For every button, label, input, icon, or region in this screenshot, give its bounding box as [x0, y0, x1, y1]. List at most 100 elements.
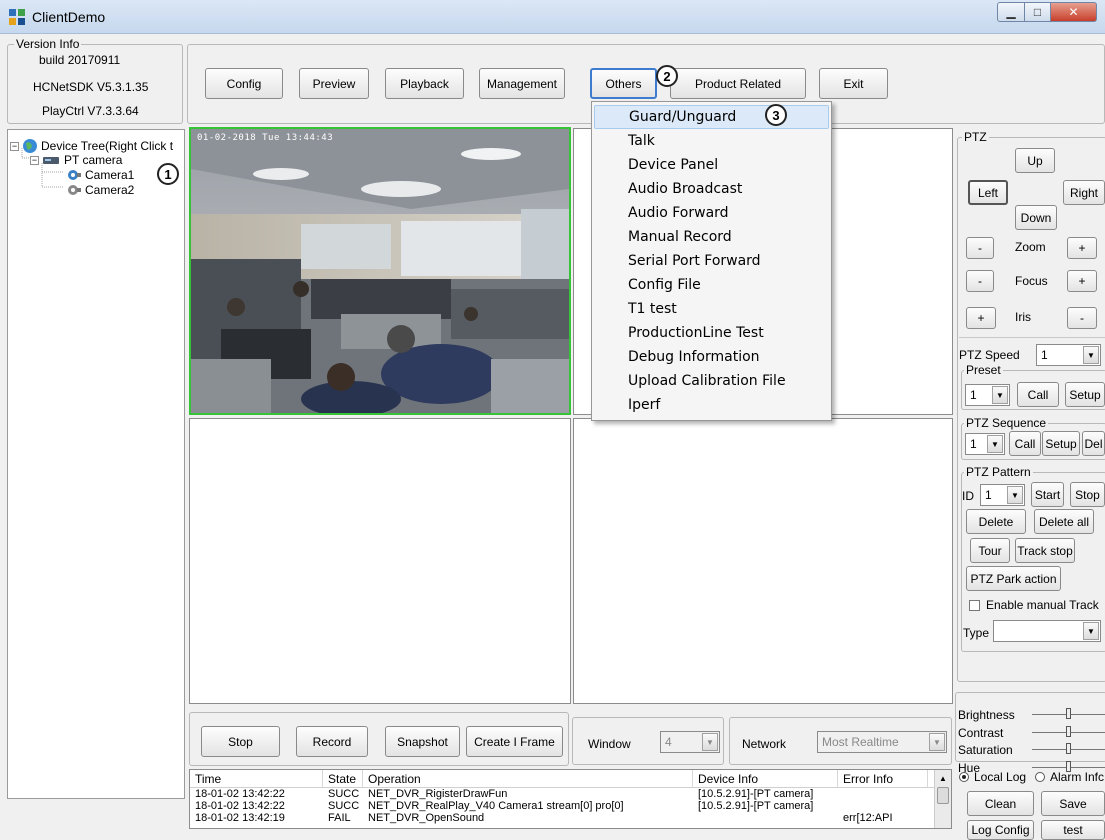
ptz-pattern-title: PTZ Pattern	[964, 465, 1033, 479]
network-mode-select[interactable]: Most Realtime ▼	[817, 731, 947, 753]
clean-log-button[interactable]: Clean	[967, 791, 1034, 816]
pattern-stop-button[interactable]: Stop	[1070, 482, 1105, 507]
preset-call-button[interactable]: Call	[1017, 382, 1059, 407]
zoom-in-button[interactable]: +	[1067, 237, 1097, 259]
sequence-select[interactable]: 1 ▼	[965, 433, 1005, 455]
menu-item-upload-calibration-file[interactable]: Upload Calibration File	[594, 369, 829, 393]
tree-root[interactable]: − Device Tree(Right Click t	[10, 138, 173, 154]
preset-select[interactable]: 1 ▼	[965, 384, 1010, 406]
log-config-button[interactable]: Log Config	[967, 820, 1034, 840]
preview-button[interactable]: Preview	[299, 68, 369, 99]
product-related-button[interactable]: Product Related	[670, 68, 806, 99]
focus-far-button[interactable]: +	[1067, 270, 1097, 292]
pattern-id-label: ID	[962, 489, 974, 503]
video-pane-3[interactable]	[189, 418, 571, 704]
scroll-thumb[interactable]	[937, 787, 949, 804]
snapshot-button[interactable]: Snapshot	[385, 726, 460, 757]
ptz-right-button[interactable]: Right	[1063, 180, 1105, 205]
create-i-frame-button[interactable]: Create I Frame	[466, 726, 563, 757]
management-button[interactable]: Management	[479, 68, 565, 99]
menu-item-audio-broadcast[interactable]: Audio Broadcast	[594, 177, 829, 201]
menu-item-t1-test[interactable]: T1 test	[594, 297, 829, 321]
slider-thumb[interactable]	[1066, 726, 1071, 737]
ptz-title: PTZ	[962, 130, 989, 144]
menu-item-productionline-test[interactable]: ProductionLine Test	[594, 321, 829, 345]
col-error-info[interactable]: Error Info	[838, 770, 928, 787]
focus-near-button[interactable]: -	[966, 270, 994, 292]
menu-item-manual-record[interactable]: Manual Record	[594, 225, 829, 249]
pattern-id-select[interactable]: 1 ▼	[980, 484, 1025, 506]
log-list[interactable]: Time State Operation Device Info Error I…	[189, 769, 952, 829]
pattern-start-button[interactable]: Start	[1031, 482, 1064, 507]
config-button[interactable]: Config	[205, 68, 283, 99]
brightness-slider[interactable]	[1032, 708, 1105, 719]
network-mode-value: Most Realtime	[822, 735, 899, 749]
playctrl-version-label: PlayCtrl V7.3.3.64	[42, 104, 139, 118]
device-tree[interactable]: − Device Tree(Right Click t − PT camera …	[7, 129, 185, 799]
video-pane-1[interactable]: 01-02-2018 Tue 13:44:43	[189, 127, 571, 415]
type-select[interactable]: ▼	[993, 620, 1101, 642]
iris-open-button[interactable]: +	[966, 307, 996, 329]
scroll-up-icon[interactable]: ▲	[935, 770, 951, 787]
menu-item-config-file[interactable]: Config File	[594, 273, 829, 297]
col-state[interactable]: State	[323, 770, 363, 787]
tour-button[interactable]: Tour	[970, 538, 1010, 563]
sequence-del-button[interactable]: Del	[1082, 431, 1105, 456]
log-row[interactable]: 18-01-02 13:42:22 SUCC NET_DVR_RealPlay_…	[190, 800, 951, 812]
menu-item-audio-forward[interactable]: Audio Forward	[594, 201, 829, 225]
tree-camera1[interactable]: Camera1	[66, 167, 134, 183]
exit-button[interactable]: Exit	[819, 68, 888, 99]
ptz-down-button[interactable]: Down	[1015, 205, 1057, 230]
record-button[interactable]: Record	[296, 726, 368, 757]
close-button[interactable]: ✕	[1051, 2, 1097, 22]
callout-3: 3	[765, 104, 787, 126]
log-operation: NET_DVR_OpenSound	[368, 812, 485, 824]
col-operation[interactable]: Operation	[363, 770, 693, 787]
enable-manual-track-checkbox[interactable]	[969, 600, 980, 611]
preset-setup-button[interactable]: Setup	[1065, 382, 1105, 407]
track-stop-button[interactable]: Track stop	[1015, 538, 1075, 563]
test-button[interactable]: test	[1041, 820, 1105, 840]
iris-close-button[interactable]: -	[1067, 307, 1097, 329]
log-row[interactable]: 18-01-02 13:42:19 FAIL NET_DVR_OpenSound…	[190, 812, 951, 824]
video-pane-4[interactable]	[573, 418, 953, 704]
minimize-button[interactable]: ▁	[997, 2, 1025, 22]
hue-slider[interactable]	[1032, 761, 1105, 772]
menu-item-iperf[interactable]: Iperf	[594, 393, 829, 417]
stop-button[interactable]: Stop	[201, 726, 280, 757]
menu-item-debug-information[interactable]: Debug Information	[594, 345, 829, 369]
alarm-info-radio[interactable]	[1035, 772, 1045, 782]
slider-thumb[interactable]	[1066, 708, 1071, 719]
contrast-label: Contrast	[958, 726, 1004, 740]
saturation-slider[interactable]	[1032, 743, 1105, 754]
tree-device-pt-camera[interactable]: − PT camera	[30, 153, 122, 167]
menu-item-serial-port-forward[interactable]: Serial Port Forward	[594, 249, 829, 273]
sequence-call-button[interactable]: Call	[1009, 431, 1041, 456]
maximize-button[interactable]: □	[1025, 2, 1051, 22]
ptz-up-button[interactable]: Up	[1015, 148, 1055, 173]
col-time[interactable]: Time	[190, 770, 323, 787]
menu-item-guard-unguard[interactable]: Guard/Unguard	[594, 105, 829, 129]
slider-thumb[interactable]	[1066, 743, 1071, 754]
pattern-delete-button[interactable]: Delete	[966, 509, 1026, 534]
window-count-select[interactable]: 4 ▼	[660, 731, 720, 753]
menu-item-device-panel[interactable]: Device Panel	[594, 153, 829, 177]
contrast-slider[interactable]	[1032, 726, 1105, 737]
local-log-radio[interactable]	[959, 772, 969, 782]
playback-button[interactable]: Playback	[385, 68, 464, 99]
collapse-icon[interactable]: −	[30, 155, 39, 165]
col-device-info[interactable]: Device Info	[693, 770, 838, 787]
save-log-button[interactable]: Save	[1041, 791, 1105, 816]
pattern-delete-all-button[interactable]: Delete all	[1034, 509, 1094, 534]
collapse-icon[interactable]: −	[10, 141, 19, 151]
ptz-speed-select[interactable]: 1 ▼	[1036, 344, 1101, 366]
menu-item-talk[interactable]: Talk	[594, 129, 829, 153]
sequence-setup-button[interactable]: Setup	[1042, 431, 1080, 456]
zoom-out-button[interactable]: -	[966, 237, 994, 259]
log-row[interactable]: 18-01-02 13:42:22 SUCC NET_DVR_RigisterD…	[190, 788, 951, 800]
log-scrollbar[interactable]: ▲	[934, 770, 951, 828]
others-button[interactable]: Others	[590, 68, 657, 99]
tree-camera2[interactable]: Camera2	[66, 182, 134, 198]
ptz-park-action-button[interactable]: PTZ Park action	[966, 566, 1061, 591]
ptz-left-button[interactable]: Left	[968, 180, 1008, 205]
